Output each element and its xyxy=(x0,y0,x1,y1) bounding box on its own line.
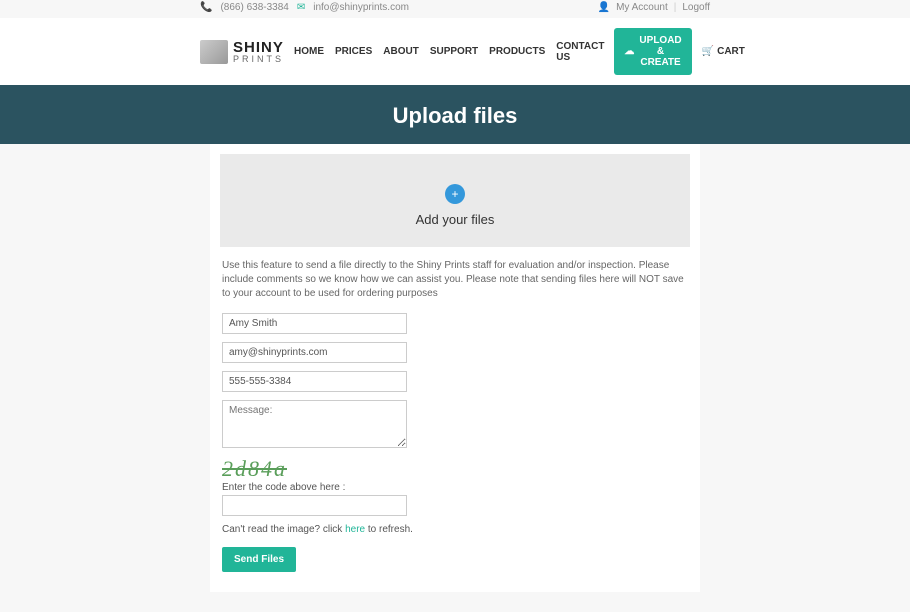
nav-contact[interactable]: CONTACT US xyxy=(556,41,604,63)
phone-icon: 📞 xyxy=(200,2,212,13)
captcha-image: 2d84a xyxy=(222,456,287,482)
logo[interactable]: SHINY PRINTS xyxy=(200,40,284,64)
main-nav: HOME PRICES ABOUT SUPPORT PRODUCTS CONTA… xyxy=(294,41,604,63)
page-title: Upload files xyxy=(0,103,910,129)
cart-link[interactable]: 🛒 CART xyxy=(702,46,745,57)
captcha-input[interactable] xyxy=(222,495,407,516)
nav-products[interactable]: PRODUCTS xyxy=(489,46,545,57)
my-account-link[interactable]: My Account xyxy=(616,2,668,13)
topbar: 📞 (866) 638-3384 ✉ info@shinyprints.com … xyxy=(0,0,910,18)
captcha-label: Enter the code above here : xyxy=(222,482,688,493)
phone-field[interactable] xyxy=(222,371,407,392)
logoff-link[interactable]: Logoff xyxy=(682,2,710,13)
nav-support[interactable]: SUPPORT xyxy=(430,46,478,57)
cloud-icon: ☁ xyxy=(624,46,634,57)
send-files-button[interactable]: Send Files xyxy=(222,547,296,572)
topbar-phone: (866) 638-3384 xyxy=(220,2,288,13)
cart-label: CART xyxy=(717,46,745,57)
upload-form: 2d84a Enter the code above here : Can't … xyxy=(220,313,690,572)
captcha: 2d84a Enter the code above here : Can't … xyxy=(222,456,688,535)
cart-icon: 🛒 xyxy=(702,46,714,57)
nav-prices[interactable]: PRICES xyxy=(335,46,372,57)
logo-icon xyxy=(200,40,228,64)
instructions-text: Use this feature to send a file directly… xyxy=(220,247,690,313)
add-files-label: Add your files xyxy=(230,212,680,227)
upload-create-button[interactable]: ☁ UPLOAD & CREATE xyxy=(614,28,691,75)
logo-main: SHINY xyxy=(233,40,284,55)
nav-about[interactable]: ABOUT xyxy=(383,46,419,57)
upload-card: + Add your files Use this feature to sen… xyxy=(210,144,700,592)
message-field[interactable] xyxy=(222,400,407,448)
header: SHINY PRINTS HOME PRICES ABOUT SUPPORT P… xyxy=(0,18,910,85)
email-field[interactable] xyxy=(222,342,407,363)
upload-create-label: UPLOAD & CREATE xyxy=(639,35,681,68)
captcha-refresh-link[interactable]: here xyxy=(345,524,365,535)
name-field[interactable] xyxy=(222,313,407,334)
divider: | xyxy=(674,2,677,13)
user-icon: 👤 xyxy=(598,2,610,13)
hero: Upload files + Add your files Use this f… xyxy=(0,85,910,200)
dropzone[interactable]: + Add your files xyxy=(220,154,690,247)
topbar-email[interactable]: info@shinyprints.com xyxy=(313,2,409,13)
nav-home[interactable]: HOME xyxy=(294,46,324,57)
captcha-hint: Can't read the image? click here to refr… xyxy=(222,524,688,535)
logo-sub: PRINTS xyxy=(233,55,284,64)
mail-icon: ✉ xyxy=(297,2,305,13)
add-files-button[interactable]: + xyxy=(445,184,465,204)
